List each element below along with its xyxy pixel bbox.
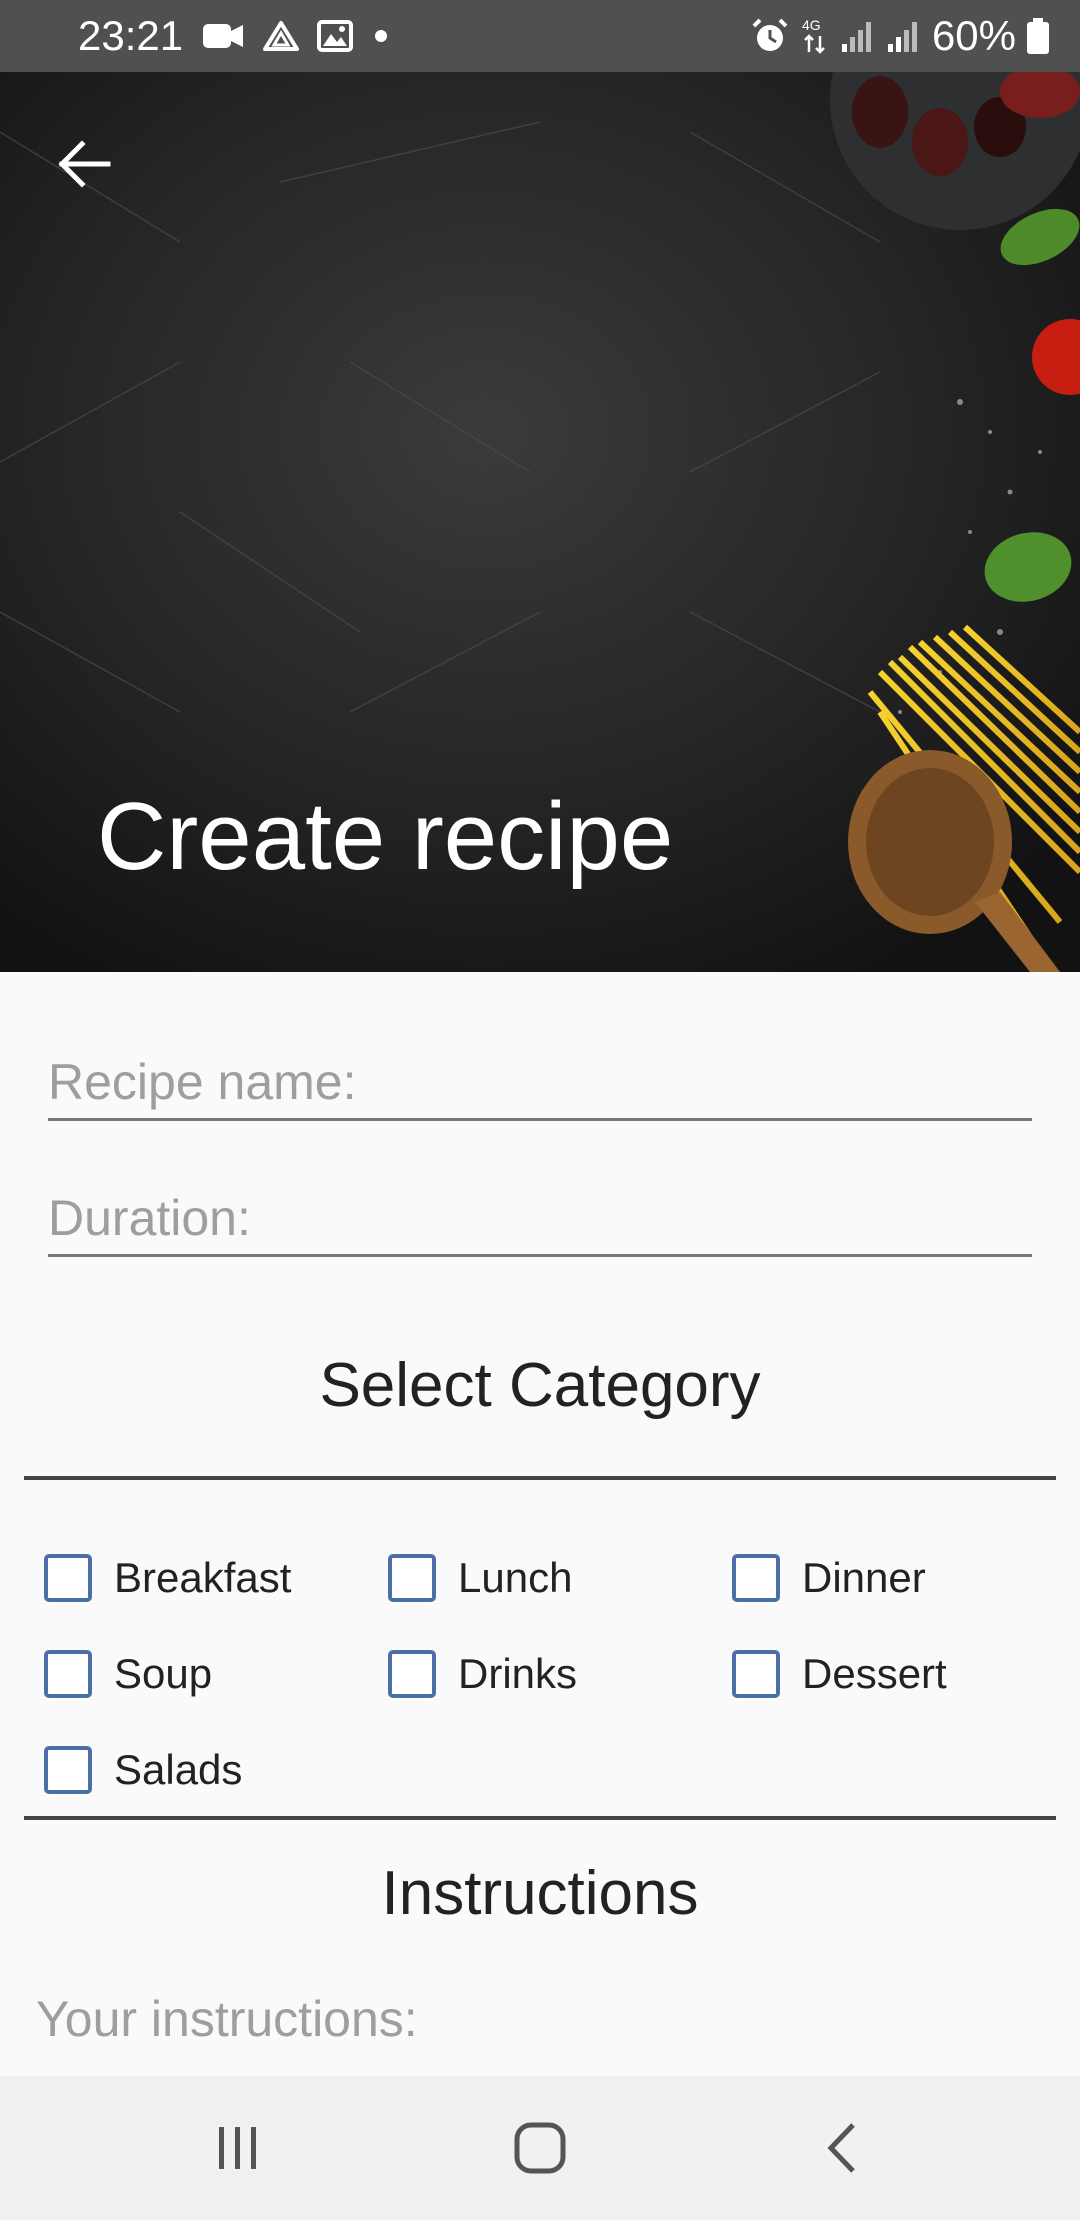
page-title: Create recipe [97, 783, 674, 890]
header-image: Create recipe [0, 72, 1080, 972]
checkbox[interactable] [732, 1554, 780, 1602]
category-label: Drinks [458, 1650, 578, 1697]
category-label: Salads [114, 1746, 243, 1793]
instructions-heading: Instructions [381, 1859, 699, 1928]
category-breakfast[interactable]: Breakfast [44, 1548, 291, 1608]
home-button[interactable] [460, 2076, 620, 2220]
duration-input[interactable] [48, 1182, 1032, 1254]
category-salads[interactable]: Salads [44, 1740, 242, 1800]
select-category-heading: Select Category [319, 1351, 761, 1420]
navigation-bar [0, 2076, 1080, 2220]
signal-icon [886, 18, 922, 54]
instructions-input[interactable] [36, 1990, 1046, 2070]
back-button[interactable] [44, 124, 124, 204]
divider [24, 1816, 1056, 1820]
checkbox[interactable] [44, 1746, 92, 1794]
svg-text:4G: 4G [802, 17, 821, 33]
checkbox[interactable] [44, 1650, 92, 1698]
recipe-name-field [48, 1046, 1032, 1121]
signal-icon [840, 18, 876, 54]
4g-data-icon: 4G [800, 16, 830, 56]
category-label: Dessert [802, 1650, 947, 1697]
video-icon [201, 21, 245, 51]
category-dinner[interactable]: Dinner [732, 1548, 926, 1608]
arrow-left-icon [58, 140, 111, 188]
battery-percentage: 60% [931, 12, 1016, 59]
gallery-icon [317, 20, 354, 52]
status-time: 23:21 [78, 12, 184, 59]
drive-icon [263, 20, 300, 52]
category-label: Dinner [802, 1554, 926, 1601]
checkbox[interactable] [388, 1650, 436, 1698]
category-dessert[interactable]: Dessert [732, 1644, 947, 1704]
home-icon [514, 2122, 566, 2174]
category-soup[interactable]: Soup [44, 1644, 212, 1704]
dot-icon [371, 26, 391, 46]
duration-field [48, 1182, 1032, 1257]
category-label: Breakfast [114, 1554, 292, 1601]
nav-back-button[interactable] [762, 2076, 922, 2220]
checkbox[interactable] [732, 1650, 780, 1698]
recent-apps-icon [219, 2127, 256, 2169]
status-bar: 23:21 4G 60% [0, 0, 1080, 72]
back-chevron-icon [827, 2123, 855, 2173]
category-drinks[interactable]: Drinks [388, 1644, 577, 1704]
category-lunch[interactable]: Lunch [388, 1548, 572, 1608]
recent-apps-button[interactable] [158, 2076, 318, 2220]
divider [24, 1476, 1056, 1480]
category-label: Lunch [458, 1554, 573, 1601]
checkbox[interactable] [44, 1554, 92, 1602]
alarm-icon [750, 17, 790, 55]
category-label: Soup [114, 1650, 213, 1697]
battery-icon [1026, 17, 1050, 55]
checkbox[interactable] [388, 1554, 436, 1602]
recipe-name-input[interactable] [48, 1046, 1032, 1118]
